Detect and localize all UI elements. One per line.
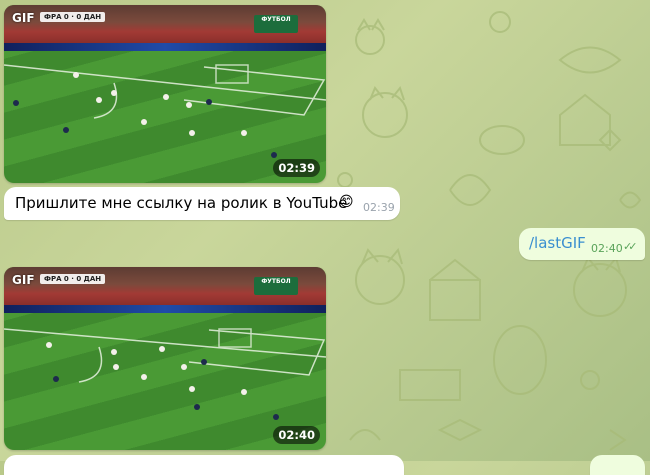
- gif-label: GIF: [12, 273, 35, 287]
- double-check-icon: ✓✓: [623, 240, 638, 253]
- gif-label: GIF: [12, 11, 35, 25]
- gif-duration: 02:39: [273, 159, 320, 177]
- score-overlay: ФРА 0 · 0 ДАН: [40, 274, 106, 284]
- message-time: 02:40: [591, 242, 623, 255]
- partial-message: [4, 455, 404, 475]
- outgoing-message[interactable]: /lastGIF 02:40 ✓✓: [519, 228, 645, 260]
- gif-preview[interactable]: GIF ФРА 0 · 0 ДАН ФУТБОЛ 02:39: [4, 5, 326, 183]
- channel-logo: ФУТБОЛ: [254, 15, 298, 33]
- incoming-message[interactable]: Пришлите мне ссылку на ролик в YouTube 😊…: [4, 187, 400, 220]
- smile-emoji-icon: 😊: [339, 194, 354, 210]
- message-text: Пришлите мне ссылку на ролик в YouTube: [15, 194, 348, 212]
- score-overlay: ФРА 0 · 0 ДАН: [40, 12, 106, 22]
- message-time: 02:39: [363, 201, 395, 214]
- gif-message[interactable]: GIF ФРА 0 · 0 ДАН ФУТБОЛ 02:40: [4, 267, 326, 450]
- gif-message[interactable]: GIF ФРА 0 · 0 ДАН ФУТБОЛ 02:39: [4, 5, 326, 183]
- command-link[interactable]: /lastGIF: [529, 234, 586, 252]
- gif-preview[interactable]: GIF ФРА 0 · 0 ДАН ФУТБОЛ 02:40: [4, 267, 326, 450]
- gif-duration: 02:40: [273, 426, 320, 444]
- partial-message: [590, 455, 645, 475]
- channel-logo: ФУТБОЛ: [254, 277, 298, 295]
